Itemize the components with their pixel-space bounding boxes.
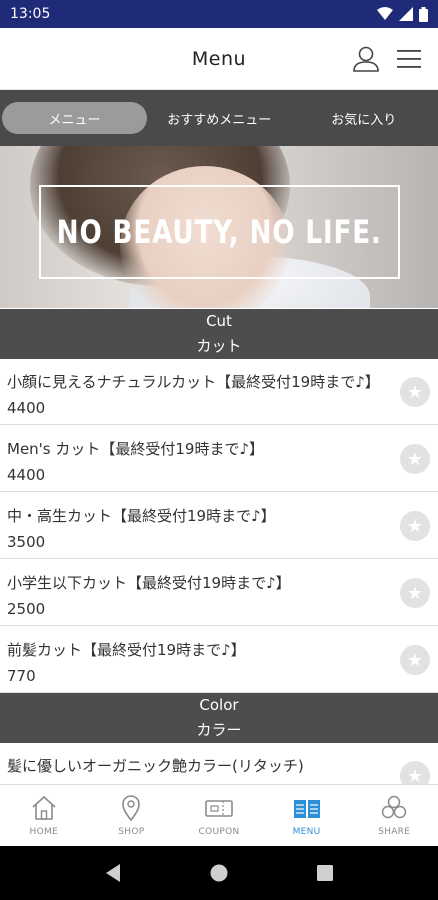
hero-slogan: NO BEAUTY, NO LIFE. [56, 213, 383, 251]
section-title-en: Cut [206, 312, 232, 330]
menu-item-name: 髪に優しいオーガニック艶カラー(リタッチ) [7, 757, 304, 775]
menu-item-price: 770 [7, 667, 36, 685]
nav-shop-label: SHOP [118, 827, 145, 837]
back-icon[interactable] [104, 863, 122, 883]
favorite-star-icon[interactable]: ★ [400, 511, 430, 541]
home-icon [32, 795, 56, 820]
map-pin-icon [122, 795, 141, 822]
wifi-icon [377, 7, 393, 20]
page-title: Menu [191, 47, 247, 70]
tab-recommended-menu[interactable]: おすすめメニュー [147, 102, 292, 134]
nav-home[interactable]: HOME [0, 785, 88, 846]
system-navigation-bar [0, 846, 438, 900]
menu-item-name: 前髪カット【最終受付19時まで♪】 [7, 641, 246, 659]
favorite-star-icon[interactable]: ★ [400, 645, 430, 675]
nav-menu[interactable]: MENU [263, 785, 351, 846]
share-icon [381, 795, 407, 819]
bottom-navigation: HOME SHOP COUPON MENU SHARE [0, 784, 438, 846]
menu-item-price: 2500 [7, 600, 46, 618]
signal-icon [399, 7, 413, 21]
coupon-icon [205, 800, 233, 817]
menu-item-name: 小学生以下カット【最終受付19時まで♪】 [7, 574, 291, 592]
status-time: 13:05 [10, 6, 51, 22]
nav-shop[interactable]: SHOP [88, 785, 176, 846]
user-icon[interactable] [352, 45, 380, 73]
nav-share-label: SHARE [378, 827, 411, 837]
home-button-icon[interactable] [209, 863, 229, 883]
section-title-ja: カラー [196, 721, 242, 739]
menu-item[interactable]: 前髪カット【最終受付19時まで♪】 770 ★ [0, 627, 438, 693]
section-header-cut: Cut カット [0, 309, 438, 359]
menu-item-name: Men's カット【最終受付19時まで♪】 [7, 440, 265, 458]
section-title-en: Color [199, 696, 239, 714]
nav-coupon-label: COUPON [198, 827, 240, 837]
menu-item-price: 4400 [7, 466, 46, 484]
nav-share[interactable]: SHARE [350, 785, 438, 846]
recents-icon[interactable] [316, 864, 334, 882]
tab-favorites[interactable]: お気に入り [292, 102, 437, 134]
menu-item[interactable]: 小学生以下カット【最終受付19時まで♪】 2500 ★ [0, 560, 438, 626]
favorite-star-icon[interactable]: ★ [400, 578, 430, 608]
favorite-star-icon[interactable]: ★ [400, 444, 430, 474]
book-icon [293, 800, 320, 818]
tab-menu[interactable]: メニュー [2, 102, 147, 134]
hero-banner: NO BEAUTY, NO LIFE. [0, 146, 438, 308]
nav-coupon[interactable]: COUPON [175, 785, 263, 846]
menu-item[interactable]: 中・高生カット【最終受付19時まで♪】 3500 ★ [0, 493, 438, 559]
favorite-star-icon[interactable]: ★ [400, 377, 430, 407]
menu-item-name: 中・高生カット【最終受付19時まで♪】 [7, 507, 276, 525]
hamburger-menu-icon[interactable] [396, 47, 422, 71]
section-header-color: Color カラー [0, 693, 438, 743]
menu-item[interactable]: 小顔に見えるナチュラルカット【最終受付19時まで♪】 4400 ★ [0, 359, 438, 425]
section-title-ja: カット [196, 337, 242, 355]
app-header: Menu [0, 28, 438, 90]
hero-frame: NO BEAUTY, NO LIFE. [39, 185, 400, 279]
menu-item-name: 小顔に見えるナチュラルカット【最終受付19時まで♪】 [7, 373, 380, 391]
menu-item[interactable]: Men's カット【最終受付19時まで♪】 4400 ★ [0, 426, 438, 492]
menu-tabbar: メニュー おすすめメニュー お気に入り [0, 90, 438, 146]
status-icons [377, 6, 428, 22]
menu-item-price: 3500 [7, 533, 46, 551]
menu-item-price: 4400 [7, 399, 46, 417]
nav-menu-label: MENU [292, 827, 321, 837]
battery-icon [419, 6, 428, 22]
nav-home-label: HOME [29, 827, 59, 837]
status-bar: 13:05 [0, 0, 438, 28]
